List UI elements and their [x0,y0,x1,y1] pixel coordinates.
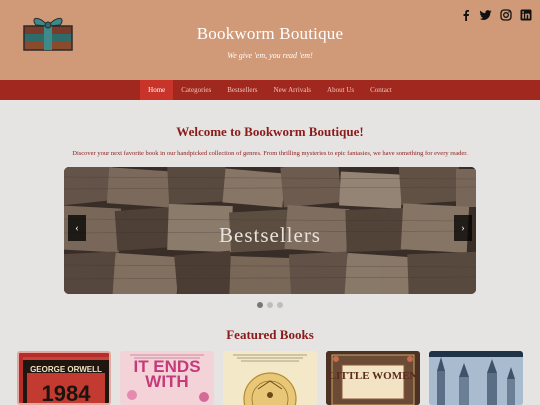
nav-item-home[interactable]: Home [140,80,174,100]
book-card-1984[interactable]: GEORGE ORWELL 1984 [17,351,111,405]
book-card-3[interactable] [223,351,317,405]
carousel-dot-2[interactable] [267,302,273,308]
book-title: LITTLE WOMEN [328,370,418,382]
carousel-caption: Bestsellers [219,223,321,247]
nav-item-about-us[interactable]: About Us [319,80,362,100]
main-navigation: Home Categories Bestsellers New Arrivals… [0,80,540,100]
carousel-dot-3[interactable] [277,302,283,308]
instagram-icon[interactable] [499,8,512,21]
site-title: Bookworm Boutique [196,24,344,43]
book-title: 1984 [41,381,91,405]
nav-item-contact[interactable]: Contact [362,80,400,100]
site-tagline: We give 'em, you read 'em! [227,51,313,60]
book-cover-5 [429,351,523,405]
facebook-icon[interactable] [459,8,472,21]
book-cover-3 [223,351,317,405]
book-card-it-ends-with[interactable]: IT ENDS WITH [120,351,214,405]
twitter-icon[interactable] [479,8,492,21]
social-links [459,8,532,21]
carousel-next-button[interactable]: › [454,215,472,241]
featured-books-row: GEORGE ORWELL 1984 IT ENDS WITH LITTLE W… [17,351,524,405]
welcome-heading: Welcome to Bookworm Boutique! [176,124,364,139]
nav-item-bestsellers[interactable]: Bestsellers [219,80,265,100]
bestsellers-carousel[interactable]: Bestsellers ‹ › [64,167,476,294]
featured-heading: Featured Books [226,327,314,342]
book-author: GEORGE ORWELL [30,365,102,374]
nav-item-new-arrivals[interactable]: New Arrivals [266,80,320,100]
linkedin-icon[interactable] [519,8,532,21]
carousel-indicators [0,302,540,308]
book-card-5[interactable] [429,351,523,405]
carousel-dot-1[interactable] [257,302,263,308]
book-card-little-women[interactable]: LITTLE WOMEN [326,351,420,405]
carousel-prev-button[interactable]: ‹ [68,215,86,241]
welcome-text: Discover your next favorite book in our … [72,150,468,157]
nav-item-categories[interactable]: Categories [173,80,219,100]
book-title: IT ENDS WITH [133,357,201,391]
site-header: Bookworm Boutique We give 'em, you read … [0,0,540,80]
